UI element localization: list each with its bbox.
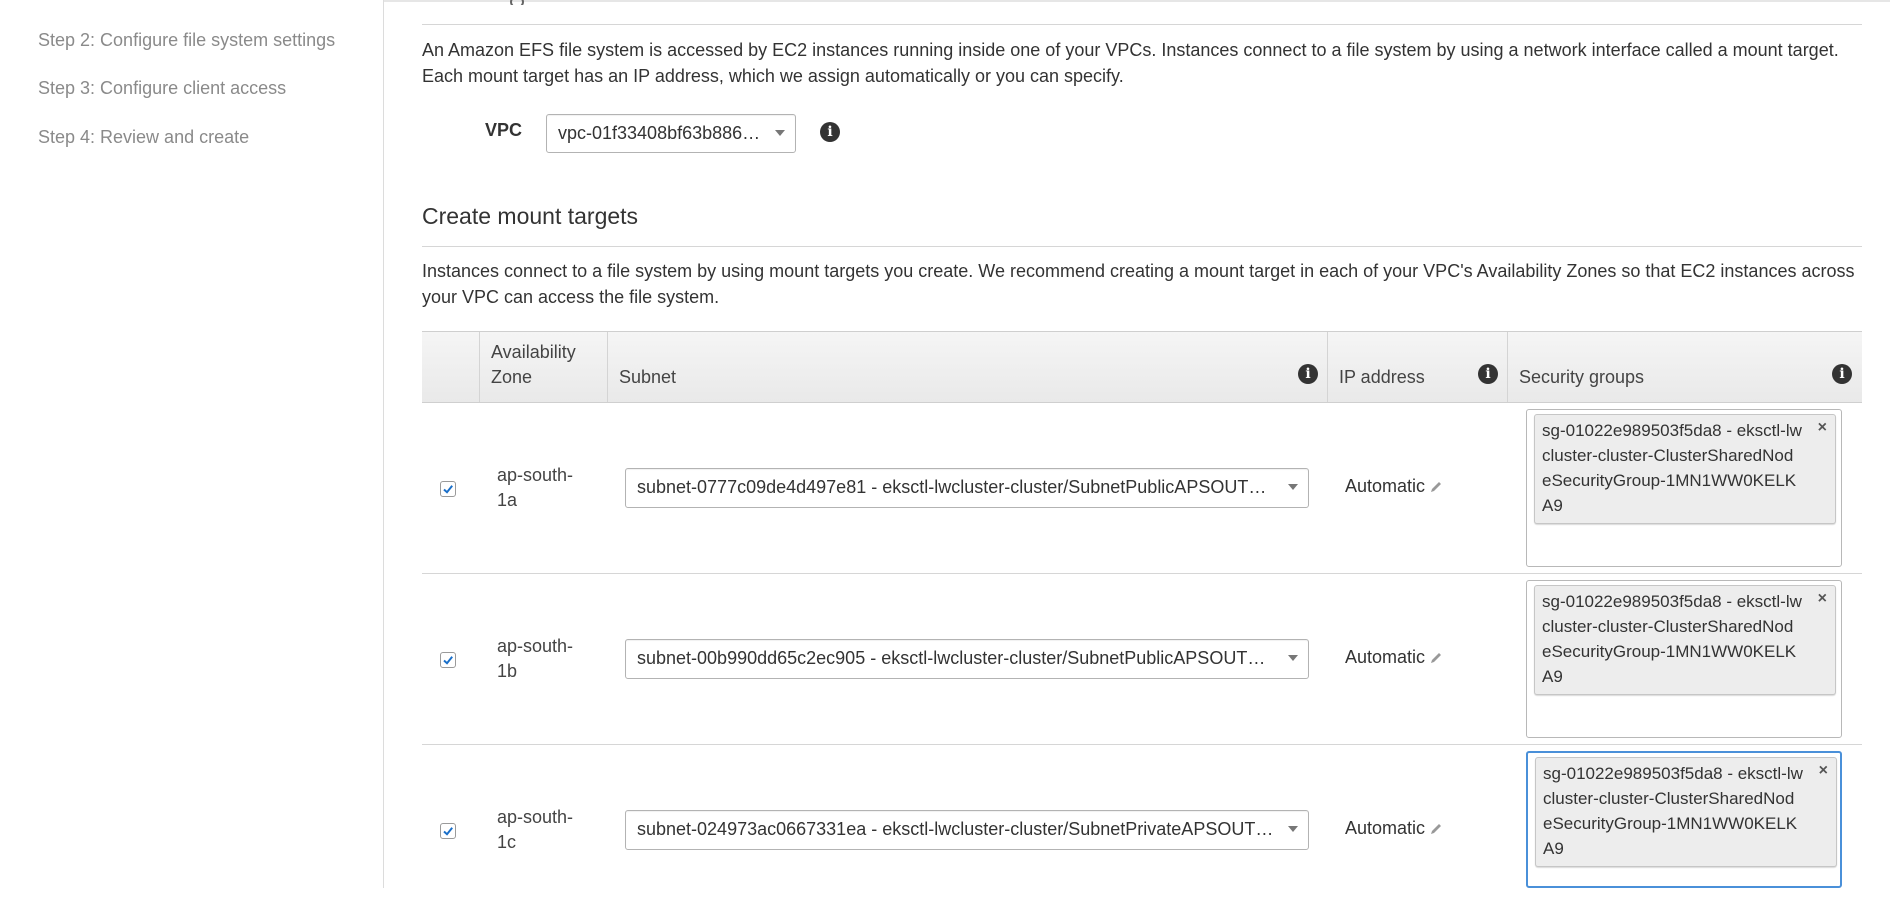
security-group-tag-label: sg-01022e989503f5da8 - eksctl-lwcluster-… bbox=[1542, 421, 1802, 515]
chevron-down-icon bbox=[775, 130, 785, 136]
remove-tag-icon[interactable]: × bbox=[1819, 762, 1828, 780]
security-groups-field[interactable]: sg-01022e989503f5da8 - eksctl-lwcluster-… bbox=[1526, 409, 1842, 567]
sidebar-step-3[interactable]: Step 3: Configure client access bbox=[38, 76, 286, 100]
header-security-groups: Security groups i bbox=[1508, 332, 1862, 402]
chevron-down-icon bbox=[1288, 484, 1298, 490]
wizard-sidebar: Step 2: Configure file system settings S… bbox=[0, 0, 384, 888]
checkmark-icon bbox=[443, 827, 453, 836]
security-group-tag: sg-01022e989503f5da8 - eksctl-lwcluster-… bbox=[1535, 757, 1837, 867]
intro-text: An Amazon EFS file system is accessed by… bbox=[422, 40, 1839, 86]
pencil-icon[interactable] bbox=[1429, 478, 1443, 499]
table-header: Availability Zone Subnet i IP address i … bbox=[422, 331, 1862, 403]
chevron-down-icon bbox=[1288, 655, 1298, 661]
pencil-icon[interactable] bbox=[1429, 820, 1443, 841]
info-icon[interactable]: i bbox=[1832, 364, 1852, 384]
cut-off-heading bbox=[504, 0, 524, 5]
header-az: Availability Zone bbox=[480, 332, 608, 402]
checkmark-icon bbox=[443, 656, 453, 665]
vpc-label: VPC bbox=[485, 120, 523, 140]
remove-tag-icon[interactable]: × bbox=[1818, 419, 1827, 437]
section-title: Create mount targets bbox=[422, 203, 639, 229]
info-icon[interactable]: i bbox=[820, 122, 840, 142]
subnet-select-value: subnet-0777c09de4d497e81 - eksctl-lwclus… bbox=[637, 477, 1277, 497]
subnet-select[interactable]: subnet-0777c09de4d497e81 - eksctl-lwclus… bbox=[625, 468, 1309, 508]
security-group-tag-label: sg-01022e989503f5da8 - eksctl-lwcluster-… bbox=[1542, 592, 1802, 686]
mount-targets-description: Instances connect to a file system by us… bbox=[422, 261, 1855, 307]
ip-address-value: Automatic bbox=[1345, 476, 1426, 496]
ip-address-value: Automatic bbox=[1345, 647, 1426, 667]
availability-zone: ap-south-1b bbox=[497, 636, 574, 681]
main-content: An Amazon EFS file system is accessed by… bbox=[422, 0, 1862, 888]
availability-zone: ap-south-1a bbox=[497, 465, 574, 510]
row-checkbox[interactable] bbox=[440, 823, 456, 839]
ip-address: Automatic bbox=[1345, 476, 1443, 499]
security-groups-field[interactable]: sg-01022e989503f5da8 - eksctl-lwcluster-… bbox=[1526, 580, 1842, 738]
checkmark-icon bbox=[443, 485, 453, 494]
pencil-icon[interactable] bbox=[1429, 649, 1443, 670]
header-sg-label: Security groups bbox=[1519, 367, 1645, 387]
vpc-select-value: vpc-01f33408bf63b886… bbox=[558, 123, 761, 143]
security-group-tag: sg-01022e989503f5da8 - eksctl-lwcluster-… bbox=[1534, 414, 1836, 524]
ip-address-value: Automatic bbox=[1345, 818, 1426, 838]
table-row: ap-south-1c subnet-024973ac0667331ea - e… bbox=[422, 744, 1862, 915]
header-checkbox-column bbox=[422, 332, 480, 402]
divider bbox=[422, 246, 1862, 247]
info-icon[interactable]: i bbox=[1478, 364, 1498, 384]
subnet-select-value: subnet-00b990dd65c2ec905 - eksctl-lwclus… bbox=[637, 648, 1277, 668]
security-group-tag: sg-01022e989503f5da8 - eksctl-lwcluster-… bbox=[1534, 585, 1836, 695]
remove-tag-icon[interactable]: × bbox=[1818, 590, 1827, 608]
header-ip: IP address i bbox=[1328, 332, 1508, 402]
security-group-tag-label: sg-01022e989503f5da8 - eksctl-lwcluster-… bbox=[1543, 764, 1803, 858]
divider bbox=[422, 24, 1862, 25]
chevron-down-icon bbox=[1288, 826, 1298, 832]
table-row: ap-south-1a subnet-0777c09de4d497e81 - e… bbox=[422, 402, 1862, 574]
info-icon[interactable]: i bbox=[1298, 364, 1318, 384]
header-subnet: Subnet i bbox=[608, 332, 1328, 402]
header-subnet-label: Subnet bbox=[619, 367, 677, 387]
availability-zone: ap-south-1c bbox=[497, 807, 574, 852]
subnet-select[interactable]: subnet-024973ac0667331ea - eksctl-lwclus… bbox=[625, 810, 1309, 850]
vpc-select[interactable]: vpc-01f33408bf63b886… bbox=[546, 114, 796, 153]
ip-address: Automatic bbox=[1345, 818, 1443, 841]
subnet-select[interactable]: subnet-00b990dd65c2ec905 - eksctl-lwclus… bbox=[625, 639, 1309, 679]
header-az-label: Availability Zone bbox=[491, 342, 576, 387]
security-groups-field[interactable]: sg-01022e989503f5da8 - eksctl-lwcluster-… bbox=[1526, 751, 1842, 888]
row-checkbox[interactable] bbox=[440, 652, 456, 668]
row-checkbox[interactable] bbox=[440, 481, 456, 497]
ip-address: Automatic bbox=[1345, 647, 1443, 670]
table-row: ap-south-1b subnet-00b990dd65c2ec905 - e… bbox=[422, 573, 1862, 745]
sidebar-step-2[interactable]: Step 2: Configure file system settings bbox=[38, 28, 335, 52]
header-ip-label: IP address bbox=[1339, 367, 1425, 387]
subnet-select-value: subnet-024973ac0667331ea - eksctl-lwclus… bbox=[637, 819, 1277, 839]
sidebar-step-4[interactable]: Step 4: Review and create bbox=[38, 125, 249, 149]
